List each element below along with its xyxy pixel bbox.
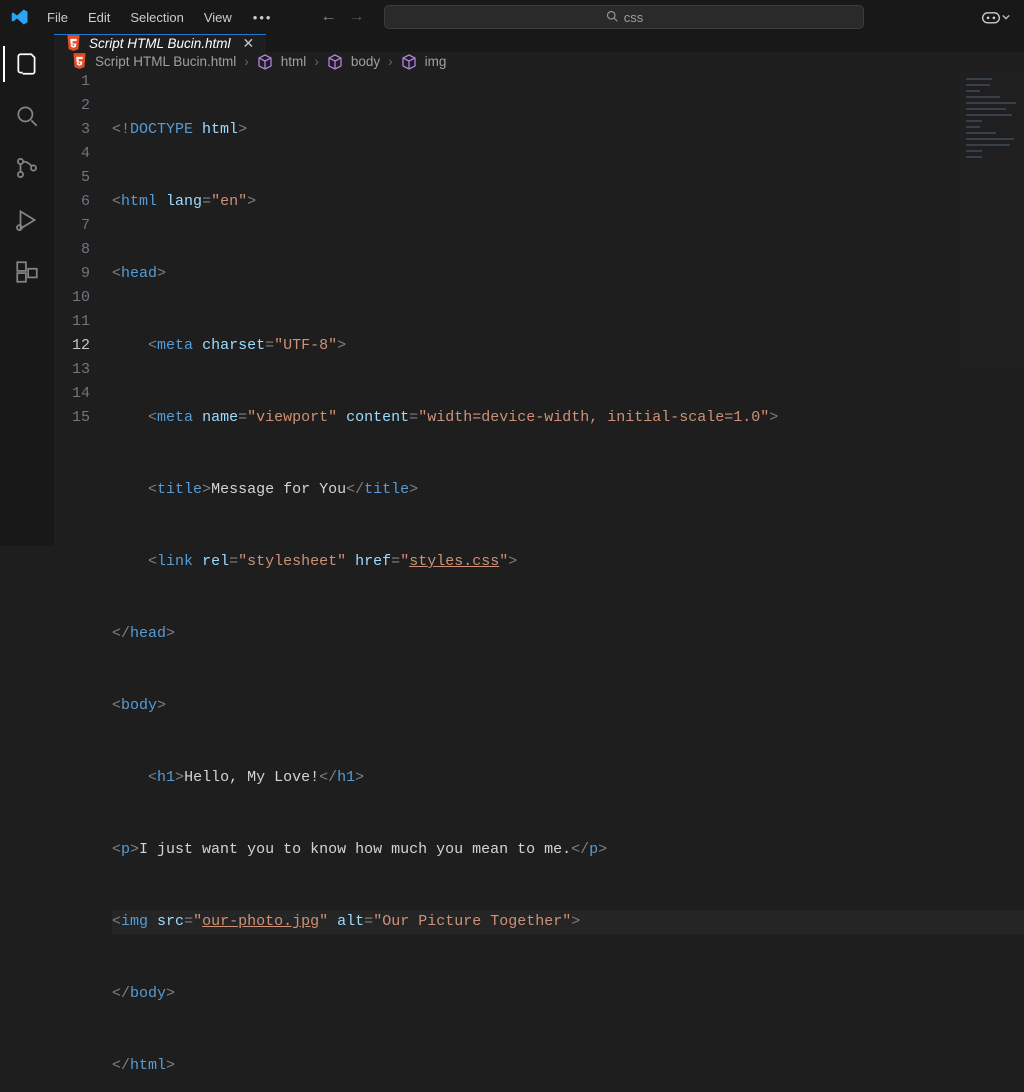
cube-icon: [257, 54, 273, 70]
html5-icon: [72, 53, 87, 70]
vscode-logo-icon: [8, 8, 32, 26]
search-icon: [606, 10, 618, 25]
nav-back-icon[interactable]: ←: [320, 8, 336, 26]
menu-selection[interactable]: Selection: [121, 6, 192, 29]
activity-bar: [0, 34, 54, 546]
activity-explorer-icon[interactable]: [3, 42, 51, 86]
menu-bar: File Edit Selection View: [38, 6, 241, 29]
minimap[interactable]: [960, 72, 1024, 372]
chevron-right-icon: ›: [244, 54, 249, 69]
menu-edit[interactable]: Edit: [79, 6, 119, 29]
title-bar: File Edit Selection View ••• ← → css: [0, 0, 1024, 34]
code-editor[interactable]: 1 2 3 4 5 6 7 8 9 10 11 12 13 14 15 <!DO…: [54, 70, 1024, 1092]
activity-source-control-icon[interactable]: [3, 146, 51, 190]
nav-history: ← →: [320, 8, 364, 26]
menu-overflow-icon[interactable]: •••: [245, 6, 281, 29]
cube-icon: [327, 54, 343, 70]
close-icon[interactable]: ✕: [243, 35, 255, 52]
nav-forward-icon[interactable]: →: [348, 8, 364, 26]
breadcrumb[interactable]: Script HTML Bucin.html › html › body › i…: [54, 53, 1024, 70]
tab-bar: Script HTML Bucin.html ✕: [54, 34, 1024, 53]
editor-tab[interactable]: Script HTML Bucin.html ✕: [54, 34, 266, 52]
activity-run-debug-icon[interactable]: [3, 198, 51, 242]
line-number-gutter: 1 2 3 4 5 6 7 8 9 10 11 12 13 14 15: [54, 70, 112, 1092]
activity-search-icon[interactable]: [3, 94, 51, 138]
tab-title: Script HTML Bucin.html: [89, 36, 231, 51]
breadcrumb-html[interactable]: html: [281, 54, 307, 69]
menu-file[interactable]: File: [38, 6, 77, 29]
breadcrumb-file[interactable]: Script HTML Bucin.html: [95, 54, 236, 69]
activity-extensions-icon[interactable]: [3, 250, 51, 294]
chevron-right-icon: ›: [388, 54, 393, 69]
cube-icon: [401, 54, 417, 70]
command-center-search[interactable]: css: [384, 5, 864, 29]
breadcrumb-img[interactable]: img: [425, 54, 447, 69]
search-text: css: [624, 10, 644, 25]
copilot-icon[interactable]: [981, 8, 1010, 26]
menu-view[interactable]: View: [195, 6, 241, 29]
editor-area: Script HTML Bucin.html ✕ Script HTML Buc…: [54, 34, 1024, 546]
code-content[interactable]: <!DOCTYPE html> <html lang="en"> <head> …: [112, 70, 1024, 1092]
breadcrumb-body[interactable]: body: [351, 54, 380, 69]
chevron-right-icon: ›: [314, 54, 319, 69]
html5-icon: [66, 35, 81, 52]
